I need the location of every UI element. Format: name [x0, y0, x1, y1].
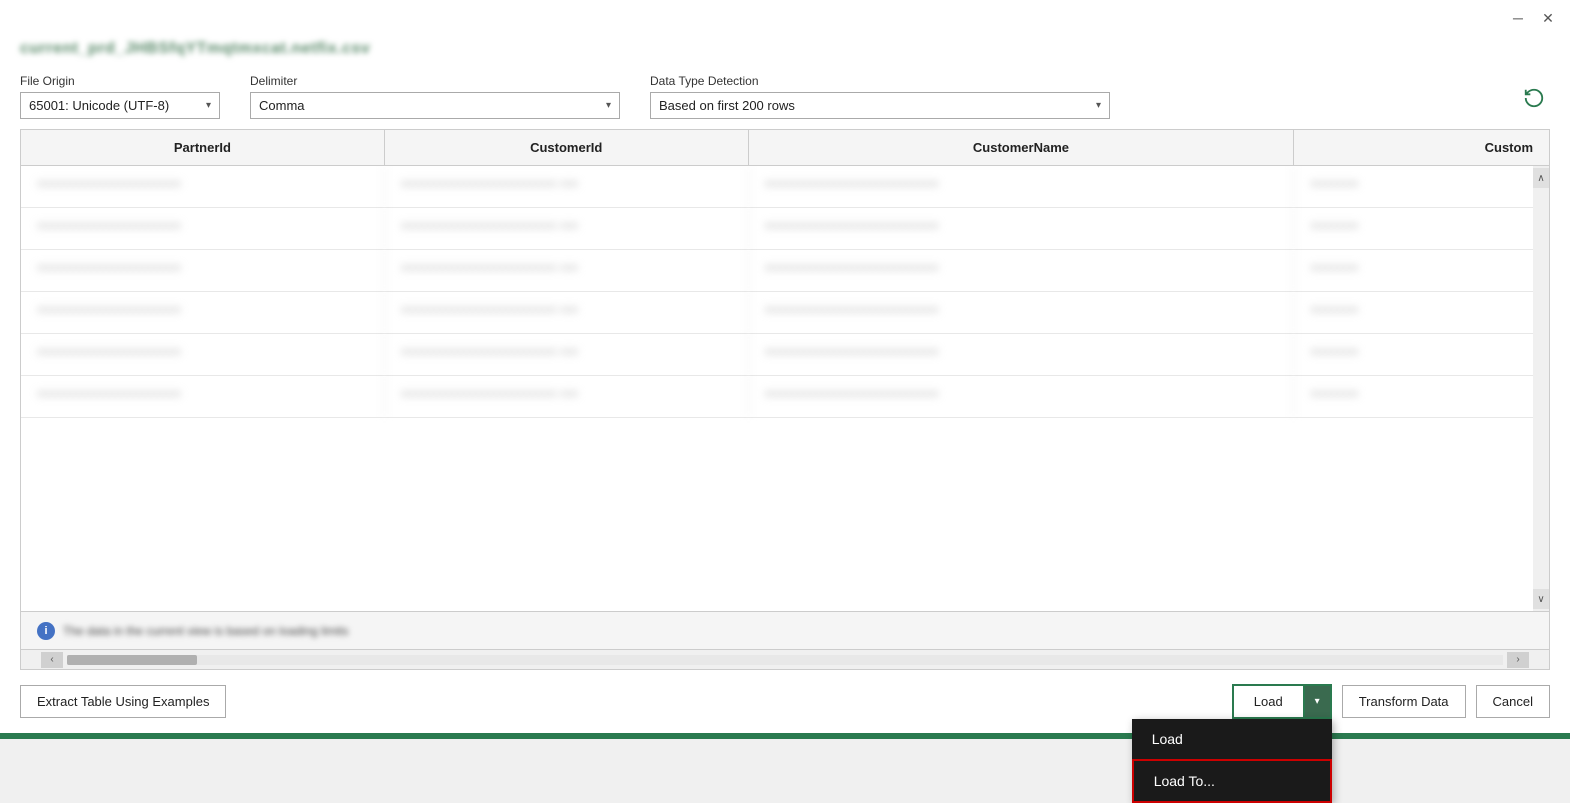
load-dropdown-toggle[interactable]: ▾ [1303, 684, 1332, 719]
info-text: The data in the current view is based on… [63, 624, 349, 638]
td-cell: xxxxxxxxxxxxxxxxxxxxxxxxxx xxx [385, 376, 749, 417]
td-cell: xxxxxxxx [1294, 208, 1549, 249]
load-dropdown-arrow-icon: ▾ [1315, 696, 1320, 707]
transform-data-button[interactable]: Transform Data [1342, 685, 1466, 718]
data-type-detection-group: Data Type Detection Based on first 200 r… [650, 74, 1110, 119]
td-cell: xxxxxxxxxxxxxxxxxxxxxxxx [21, 334, 385, 375]
scroll-right-button[interactable]: › [1507, 652, 1529, 668]
data-type-detection-value: Based on first 200 rows [659, 98, 795, 113]
scroll-thumb [67, 655, 197, 665]
file-origin-label: File Origin [20, 74, 220, 88]
controls-row: File Origin 65001: Unicode (UTF-8) ▾ Del… [0, 66, 1570, 129]
td-cell: xxxxxxxxxxxxxxxxxxxxxxxx [21, 250, 385, 291]
dropdown-item-load-to[interactable]: Load To... [1132, 759, 1332, 803]
td-cell: xxxxxxxxxxxxxxxxxxxxxxxxxxxxx [749, 292, 1295, 333]
refresh-icon[interactable] [1518, 82, 1550, 119]
data-type-detection-select[interactable]: Based on first 200 rows ▾ [650, 92, 1110, 119]
td-cell: xxxxxxxx [1294, 250, 1549, 291]
delimiter-arrow-icon: ▾ [606, 100, 611, 111]
vertical-scrollbar[interactable]: ∧ ∨ [1533, 166, 1549, 611]
table-row: xxxxxxxxxxxxxxxxxxxxxxxx xxxxxxxxxxxxxxx… [21, 250, 1549, 292]
td-cell: xxxxxxxxxxxxxxxxxxxxxxxxxxxxx [749, 208, 1295, 249]
close-button[interactable]: ✕ [1538, 8, 1558, 28]
col-header-customerid: CustomerId [385, 130, 749, 165]
table-body: xxxxxxxxxxxxxxxxxxxxxxxx xxxxxxxxxxxxxxx… [21, 166, 1549, 611]
td-cell: xxxxxxxx [1294, 292, 1549, 333]
file-origin-select[interactable]: 65001: Unicode (UTF-8) ▾ [20, 92, 220, 119]
td-cell: xxxxxxxxxxxxxxxxxxxxxxxxxx xxx [385, 334, 749, 375]
scroll-track [67, 655, 1503, 665]
file-origin-value: 65001: Unicode (UTF-8) [29, 98, 169, 113]
td-cell: xxxxxxxxxxxxxxxxxxxxxxxxxx xxx [385, 166, 749, 207]
load-button[interactable]: Load [1232, 684, 1303, 719]
td-cell: xxxxxxxxxxxxxxxxxxxxxxxx [21, 166, 385, 207]
td-cell: xxxxxxxxxxxxxxxxxxxxxxxxxx xxx [385, 292, 749, 333]
file-origin-arrow-icon: ▾ [206, 100, 211, 111]
td-cell: xxxxxxxxxxxxxxxxxxxxxxxxxxxxx [749, 250, 1295, 291]
data-type-detection-label: Data Type Detection [650, 74, 1110, 88]
table-row: xxxxxxxxxxxxxxxxxxxxxxxx xxxxxxxxxxxxxxx… [21, 376, 1549, 418]
file-origin-group: File Origin 65001: Unicode (UTF-8) ▾ [20, 74, 220, 119]
extract-table-button[interactable]: Extract Table Using Examples [20, 685, 226, 718]
td-cell: xxxxxxxxxxxxxxxxxxxxxxxx [21, 208, 385, 249]
table-row: xxxxxxxxxxxxxxxxxxxxxxxx xxxxxxxxxxxxxxx… [21, 334, 1549, 376]
scroll-left-button[interactable]: ‹ [41, 652, 63, 668]
delimiter-group: Delimiter Comma ▾ [250, 74, 620, 119]
title-bar: ─ ✕ [0, 0, 1570, 36]
delimiter-select[interactable]: Comma ▾ [250, 92, 620, 119]
col-header-custom: Custom [1294, 130, 1549, 165]
td-cell: xxxxxxxx [1294, 166, 1549, 207]
col-header-customername: CustomerName [749, 130, 1295, 165]
td-cell: xxxxxxxxxxxxxxxxxxxxxxxxxx xxx [385, 250, 749, 291]
td-cell: xxxxxxxxxxxxxxxxxxxxxxxxxxxxx [749, 376, 1295, 417]
td-cell: xxxxxxxx [1294, 376, 1549, 417]
data-type-detection-arrow-icon: ▾ [1096, 100, 1101, 111]
file-path-bar: current_prd_JHBSfqYTmqtmxcat.netfix.csv [0, 36, 1570, 66]
horizontal-scrollbar[interactable]: ‹ › [21, 649, 1549, 669]
dropdown-item-load[interactable]: Load [1132, 719, 1332, 759]
scroll-down-button[interactable]: ∨ [1533, 589, 1549, 609]
scroll-up-button[interactable]: ∧ [1533, 168, 1549, 188]
delimiter-value: Comma [259, 98, 305, 113]
td-cell: xxxxxxxxxxxxxxxxxxxxxxxxxx xxx [385, 208, 749, 249]
minimize-button[interactable]: ─ [1508, 8, 1528, 28]
table-row: xxxxxxxxxxxxxxxxxxxxxxxx xxxxxxxxxxxxxxx… [21, 292, 1549, 334]
table-row: xxxxxxxxxxxxxxxxxxxxxxxx xxxxxxxxxxxxxxx… [21, 166, 1549, 208]
td-cell: xxxxxxxxxxxxxxxxxxxxxxxx [21, 376, 385, 417]
status-area: i The data in the current view is based … [21, 611, 1549, 649]
info-icon: i [37, 622, 55, 640]
bottom-green-bar [0, 733, 1570, 739]
td-cell: xxxxxxxxxxxxxxxxxxxxxxxxxxxxx [749, 334, 1295, 375]
footer-row: Extract Table Using Examples Load ▾ Load… [0, 670, 1570, 733]
table-container: PartnerId CustomerId CustomerName Custom… [20, 129, 1550, 670]
table-row: xxxxxxxxxxxxxxxxxxxxxxxx xxxxxxxxxxxxxxx… [21, 208, 1549, 250]
file-path-text: current_prd_JHBSfqYTmqtmxcat.netfix.csv [20, 40, 370, 57]
cancel-button[interactable]: Cancel [1476, 685, 1550, 718]
load-dropdown-menu: Load Load To... [1132, 719, 1332, 803]
td-cell: xxxxxxxxxxxxxxxxxxxxxxxx [21, 292, 385, 333]
td-cell: xxxxxxxx [1294, 334, 1549, 375]
dialog-container: ─ ✕ current_prd_JHBSfqYTmqtmxcat.netfix.… [0, 0, 1570, 739]
col-header-partnerid: PartnerId [21, 130, 385, 165]
load-button-group: Load ▾ Load Load To... [1232, 684, 1332, 719]
table-header: PartnerId CustomerId CustomerName Custom [21, 130, 1549, 166]
delimiter-label: Delimiter [250, 74, 620, 88]
td-cell: xxxxxxxxxxxxxxxxxxxxxxxxxxxxx [749, 166, 1295, 207]
